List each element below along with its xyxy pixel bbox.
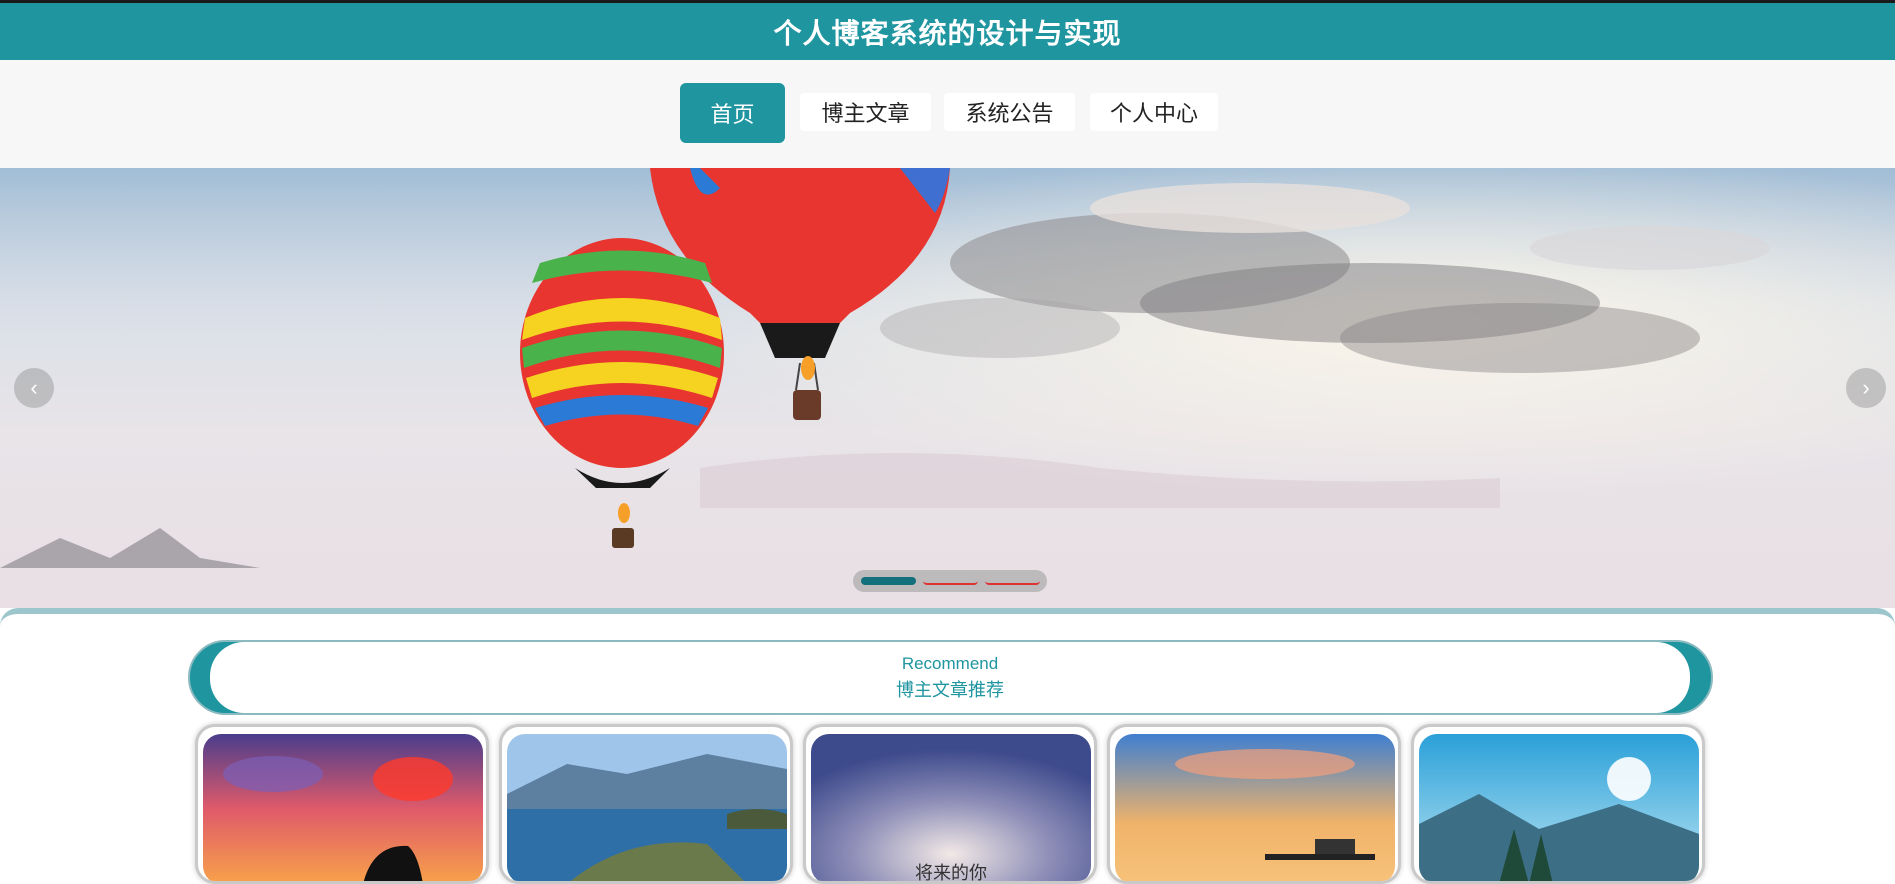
recommend-header: Recommend 博主文章推荐: [210, 642, 1690, 713]
carousel-indicators: [853, 570, 1047, 592]
indicator-1[interactable]: [861, 577, 916, 585]
article-image-caption: 将来的你: [915, 863, 987, 884]
article-image-pier: [1115, 734, 1395, 881]
recommend-title-cn: 博主文章推荐: [896, 679, 1004, 700]
article-image-future: 将来的你: [811, 734, 1091, 884]
article-image-lake: [507, 734, 787, 881]
nav-blogger-articles[interactable]: 博主文章: [800, 93, 931, 131]
article-card-4[interactable]: [1107, 724, 1401, 884]
article-card-5[interactable]: [1411, 724, 1705, 884]
header-bar: 个人博客系统的设计与实现: [0, 0, 1895, 60]
chevron-left-icon: ‹: [30, 375, 38, 400]
banner-carousel[interactable]: ‹ ›: [0, 168, 1895, 608]
banner-prev-button[interactable]: ‹: [14, 368, 54, 408]
article-image-mountain: [1419, 734, 1699, 881]
recommend-title-en: Recommend: [901, 653, 999, 673]
indicator-3[interactable]: [985, 577, 1040, 585]
article-card-3[interactable]: 将来的你: [803, 724, 1097, 884]
nav-home[interactable]: 首页: [680, 83, 785, 143]
nav-personal-center[interactable]: 个人中心: [1090, 93, 1218, 131]
chevron-right-icon: ›: [1862, 375, 1870, 400]
indicator-2[interactable]: [923, 577, 978, 585]
article-card-2[interactable]: [499, 724, 793, 884]
site-title: 个人博客系统的设计与实现: [773, 17, 1122, 49]
banner-next-button[interactable]: ›: [1846, 368, 1886, 408]
nav-system-announcements[interactable]: 系统公告: [944, 93, 1075, 131]
article-image-dolphin: [203, 734, 483, 881]
main-nav: 首页 博主文章 系统公告 个人中心: [0, 60, 1895, 168]
article-card-1[interactable]: [195, 724, 489, 884]
banner-image: [0, 168, 1895, 608]
